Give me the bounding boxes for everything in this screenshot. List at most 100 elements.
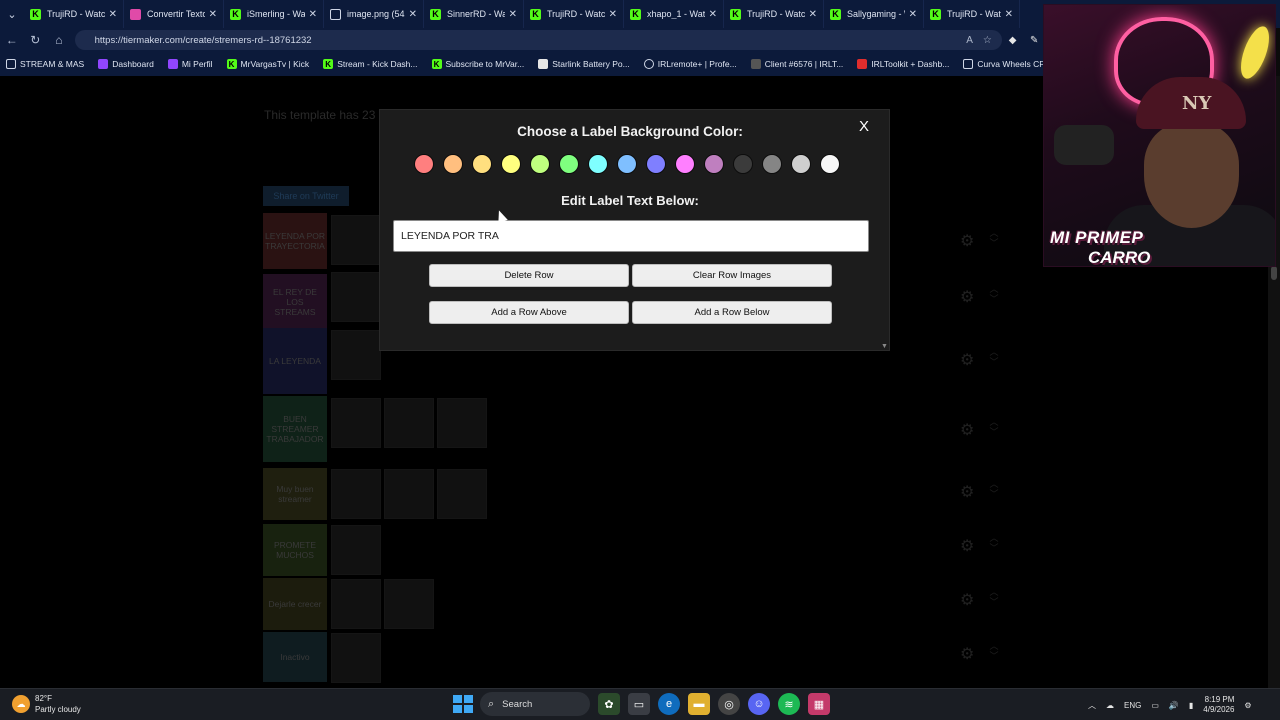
close-tab-icon[interactable]: ✕ [809, 9, 817, 20]
close-tab-icon[interactable]: ✕ [409, 9, 417, 20]
browser-tab[interactable]: KTrujiRD - Watch th✕ [24, 0, 124, 28]
language-indicator[interactable]: ENG [1124, 701, 1141, 710]
bookmark-client[interactable]: Client #6576 | IRLT... [750, 59, 843, 69]
reload-icon[interactable]: ↻ [24, 28, 48, 52]
color-swatch[interactable] [762, 154, 782, 174]
tier-label[interactable]: BUEN STREAMER TRABAJADOR [263, 396, 327, 462]
browser-tab[interactable]: KiSmerling - Watch✕ [224, 0, 324, 28]
pen-extension-icon[interactable]: ✎ [1023, 35, 1045, 46]
bookmark-mi-perfil[interactable]: Mi Perfil [167, 59, 213, 69]
tier-label[interactable]: EL REY DE LOS STREAMS [263, 274, 327, 330]
modal-scrollbar[interactable]: ▼ [880, 110, 889, 350]
close-tab-icon[interactable]: ✕ [509, 9, 517, 20]
bookmark-irlremote[interactable]: IRLremote+ | Profe... [643, 59, 737, 69]
tier-image[interactable] [437, 398, 487, 448]
browser-tab[interactable]: KTrujiRD - Watch th✕ [724, 0, 824, 28]
label-text-input[interactable] [393, 220, 869, 252]
color-swatch[interactable] [501, 154, 521, 174]
tier-image[interactable] [331, 633, 381, 683]
gear-icon[interactable]: ⚙ [960, 234, 976, 250]
gear-icon[interactable]: ⚙ [960, 353, 976, 369]
close-tab-icon[interactable]: ✕ [1005, 9, 1013, 20]
move-row-arrows-icon[interactable]: ︿ ﹀ [988, 417, 1000, 437]
color-swatch[interactable] [646, 154, 666, 174]
move-row-arrows-icon[interactable]: ︿ ﹀ [988, 641, 1000, 661]
tier-image[interactable] [384, 469, 434, 519]
color-swatch[interactable] [791, 154, 811, 174]
gear-icon[interactable]: ⚙ [960, 593, 976, 609]
gear-icon[interactable]: ⚙ [960, 290, 976, 306]
color-swatch[interactable] [414, 154, 434, 174]
gear-icon[interactable]: ⚙ [960, 539, 976, 555]
chrome-icon[interactable]: ◎ [718, 693, 740, 715]
tier-image[interactable] [437, 469, 487, 519]
bookmark-dashboard[interactable]: Dashboard [98, 59, 154, 69]
address-bar[interactable]: https://tiermaker.com/create/stremers-rd… [74, 30, 1002, 50]
display-icon[interactable]: ▭ [1151, 701, 1159, 710]
scrollbar-thumb[interactable] [1271, 266, 1277, 280]
calculator-icon[interactable]: ▦ [808, 693, 830, 715]
widgets-icon[interactable]: ✿ [598, 693, 620, 715]
color-swatch[interactable] [820, 154, 840, 174]
color-swatch[interactable] [472, 154, 492, 174]
bookmark-kick-dashboard[interactable]: K Stream - Kick Dash... [323, 59, 418, 69]
clear-row-images-button[interactable]: Clear Row Images [632, 264, 832, 287]
close-tab-icon[interactable]: ✕ [909, 9, 917, 20]
discord-icon[interactable]: ☺ [748, 693, 770, 715]
tier-image[interactable] [331, 215, 381, 265]
color-swatch[interactable] [559, 154, 579, 174]
tier-label[interactable]: Inactivo [263, 632, 327, 682]
weather-widget[interactable]: ☁ 82°F Partly cloudy [12, 693, 81, 715]
tier-image[interactable] [331, 469, 381, 519]
bookmark-mrvargas-kick[interactable]: K MrVargasTv | Kick [226, 59, 309, 69]
read-aloud-icon[interactable]: A [966, 35, 973, 46]
move-row-arrows-icon[interactable]: ︿ ﹀ [988, 347, 1000, 367]
color-swatch[interactable] [704, 154, 724, 174]
volume-icon[interactable]: 🔊 [1169, 701, 1179, 710]
browser-tab[interactable]: KSinnerRD - Watch✕ [424, 0, 524, 28]
close-tab-icon[interactable]: ✕ [609, 9, 617, 20]
task-view-icon[interactable]: ▭ [628, 693, 650, 715]
edge-icon[interactable]: e [658, 693, 680, 715]
move-row-arrows-icon[interactable]: ︿ ﹀ [988, 479, 1000, 499]
close-tab-icon[interactable]: ✕ [109, 9, 117, 20]
tier-image[interactable] [331, 330, 381, 380]
scroll-down-icon[interactable]: ▼ [881, 343, 888, 350]
tier-image[interactable] [331, 525, 381, 575]
close-tab-icon[interactable]: ✕ [309, 9, 317, 20]
tier-image[interactable] [331, 398, 381, 448]
tier-label[interactable]: Dejarle crecer [263, 578, 327, 630]
tier-label[interactable]: PROMETE MUCHOS [263, 524, 327, 576]
tier-label[interactable]: Muy buen streamer [263, 468, 327, 520]
browser-tab-active[interactable]: KTrujiRD - Watch th✕ [924, 0, 1020, 28]
move-row-arrows-icon[interactable]: ︿ ﹀ [988, 284, 1000, 304]
delete-row-button[interactable]: Delete Row [429, 264, 629, 287]
battery-icon[interactable]: ▮ [1189, 701, 1193, 710]
tier-image[interactable] [331, 272, 381, 322]
tier-label[interactable]: LEYENDA POR TRAYECTORIA [263, 213, 327, 269]
favorite-star-icon[interactable]: ☆ [983, 35, 992, 46]
browser-tab[interactable]: Convertir Texto a✕ [124, 0, 224, 28]
color-swatch[interactable] [617, 154, 637, 174]
tab-actions-icon[interactable]: ⌄ [0, 0, 24, 28]
move-row-arrows-icon[interactable]: ︿ ﹀ [988, 228, 1000, 248]
bookmark-irltoolkit[interactable]: IRLToolkit + Dashb... [857, 59, 949, 69]
bookmark-starlink[interactable]: Starlink Battery Po... [538, 59, 630, 69]
add-row-above-button[interactable]: Add a Row Above [429, 301, 629, 324]
clock[interactable]: 8:19 PM 4/9/2026 [1203, 695, 1234, 715]
onedrive-icon[interactable]: ☁ [1106, 701, 1114, 710]
bookmark-stream-folder[interactable]: STREAM & MAS [6, 59, 84, 69]
color-swatch[interactable] [733, 154, 753, 174]
tier-image[interactable] [384, 579, 434, 629]
back-icon[interactable]: ← [0, 28, 24, 52]
tier-label[interactable]: LA LEYENDA [263, 328, 327, 394]
file-explorer-icon[interactable]: ▬ [688, 693, 710, 715]
tier-image[interactable] [331, 579, 381, 629]
color-swatch[interactable] [588, 154, 608, 174]
settings-gear-icon[interactable]: ⚙ [1244, 701, 1251, 710]
close-tab-icon[interactable]: ✕ [209, 9, 217, 20]
gear-icon[interactable]: ⚙ [960, 485, 976, 501]
tray-overflow-icon[interactable]: ︿ [1088, 700, 1096, 711]
browser-tab[interactable]: KTrujiRD - Watch th✕ [524, 0, 624, 28]
gear-icon[interactable]: ⚙ [960, 647, 976, 663]
